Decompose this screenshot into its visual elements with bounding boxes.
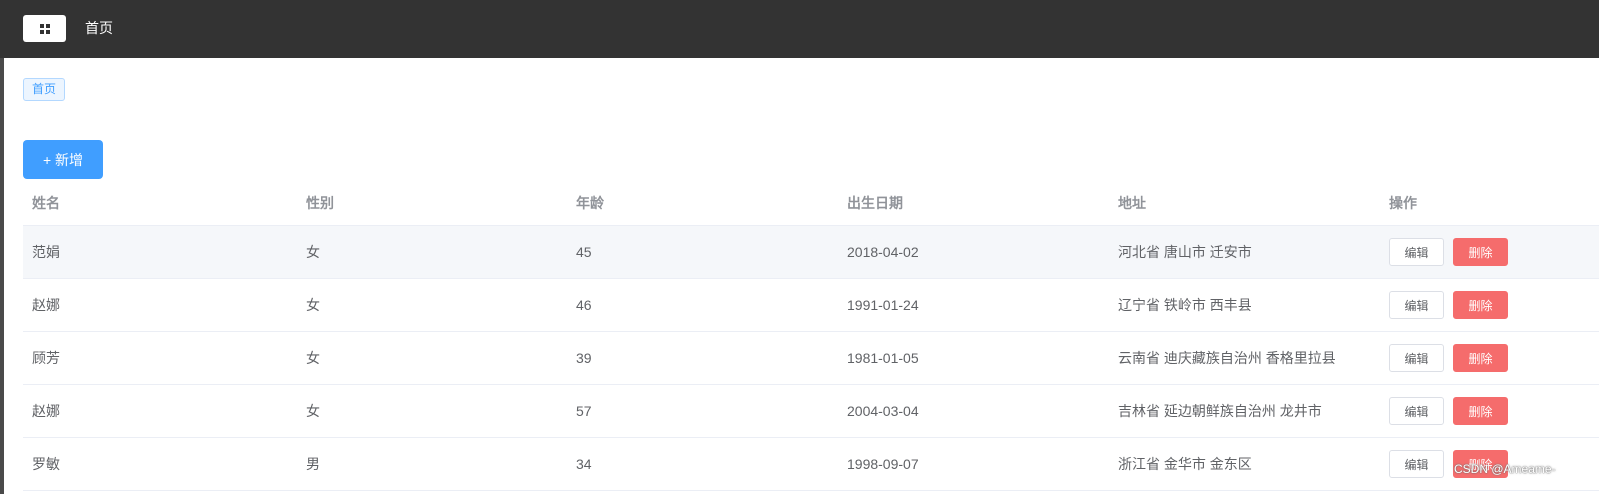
table-row: 范娟 女 45 2018-04-02 河北省 唐山市 迁安市 编辑 删除	[23, 226, 1599, 279]
grid-icon	[39, 23, 50, 34]
column-header-name: 姓名	[32, 194, 60, 211]
delete-button[interactable]: 删除	[1453, 291, 1508, 319]
column-header-birth: 出生日期	[847, 194, 903, 211]
watermark: CSDN @Ameame-	[1454, 462, 1556, 476]
table-row: 罗敏 男 34 1998-09-07 浙江省 金华市 金东区 编辑 删除	[23, 438, 1599, 491]
cell-age: 34	[576, 456, 592, 472]
edit-button[interactable]: 编辑	[1389, 291, 1444, 319]
cell-actions: 编辑 删除	[1389, 279, 1508, 331]
menu-toggle-button[interactable]	[23, 15, 66, 42]
delete-button[interactable]: 删除	[1453, 344, 1508, 372]
table-row: 顾芳 女 39 1981-01-05 云南省 迪庆藏族自治州 香格里拉县 编辑 …	[23, 332, 1599, 385]
cell-name: 罗敏	[32, 456, 60, 472]
cell-name: 赵娜	[32, 403, 60, 419]
edit-button[interactable]: 编辑	[1389, 344, 1444, 372]
cell-birth: 1991-01-24	[847, 297, 919, 313]
window-edge	[0, 0, 4, 494]
top-header: 首页	[0, 0, 1599, 58]
edit-button[interactable]: 编辑	[1389, 450, 1444, 478]
cell-age: 57	[576, 403, 592, 419]
cell-actions: 编辑 删除	[1389, 226, 1508, 278]
add-button[interactable]: + 新增	[23, 140, 103, 179]
cell-address: 浙江省 金华市 金东区	[1118, 456, 1252, 472]
cell-name: 范娟	[32, 244, 60, 260]
cell-age: 45	[576, 244, 592, 260]
cell-gender: 女	[306, 244, 320, 260]
edit-button[interactable]: 编辑	[1389, 397, 1444, 425]
column-header-actions: 操作	[1389, 194, 1417, 211]
cell-actions: 编辑 删除	[1389, 385, 1508, 437]
edit-button[interactable]: 编辑	[1389, 238, 1444, 266]
cell-age: 39	[576, 350, 592, 366]
cell-address: 吉林省 延边朝鲜族自治州 龙井市	[1118, 403, 1322, 419]
data-table: 姓名 性别 年龄 出生日期 地址 操作 范娟 女 45 2018-04-02 河…	[23, 180, 1599, 491]
cell-address: 云南省 迪庆藏族自治州 香格里拉县	[1118, 350, 1336, 366]
header-title[interactable]: 首页	[85, 19, 113, 37]
cell-gender: 男	[306, 456, 320, 472]
cell-birth: 2004-03-04	[847, 403, 919, 419]
cell-gender: 女	[306, 350, 320, 366]
table-row: 赵娜 女 57 2004-03-04 吉林省 延边朝鲜族自治州 龙井市 编辑 删…	[23, 385, 1599, 438]
cell-address: 河北省 唐山市 迁安市	[1118, 244, 1252, 260]
column-header-address: 地址	[1118, 194, 1146, 211]
cell-gender: 女	[306, 403, 320, 419]
cell-name: 顾芳	[32, 350, 60, 366]
cell-birth: 2018-04-02	[847, 244, 919, 260]
delete-button[interactable]: 删除	[1453, 397, 1508, 425]
table-row: 赵娜 女 46 1991-01-24 辽宁省 铁岭市 西丰县 编辑 删除	[23, 279, 1599, 332]
cell-age: 46	[576, 297, 592, 313]
cell-actions: 编辑 删除	[1389, 332, 1508, 384]
cell-gender: 女	[306, 297, 320, 313]
cell-address: 辽宁省 铁岭市 西丰县	[1118, 297, 1252, 313]
column-header-gender: 性别	[306, 194, 334, 211]
column-header-age: 年龄	[576, 194, 604, 211]
cell-birth: 1998-09-07	[847, 456, 919, 472]
table-header-row: 姓名 性别 年龄 出生日期 地址 操作	[23, 180, 1599, 226]
cell-name: 赵娜	[32, 297, 60, 313]
cell-birth: 1981-01-05	[847, 350, 919, 366]
delete-button[interactable]: 删除	[1453, 238, 1508, 266]
tab-tag-home[interactable]: 首页	[23, 78, 66, 101]
